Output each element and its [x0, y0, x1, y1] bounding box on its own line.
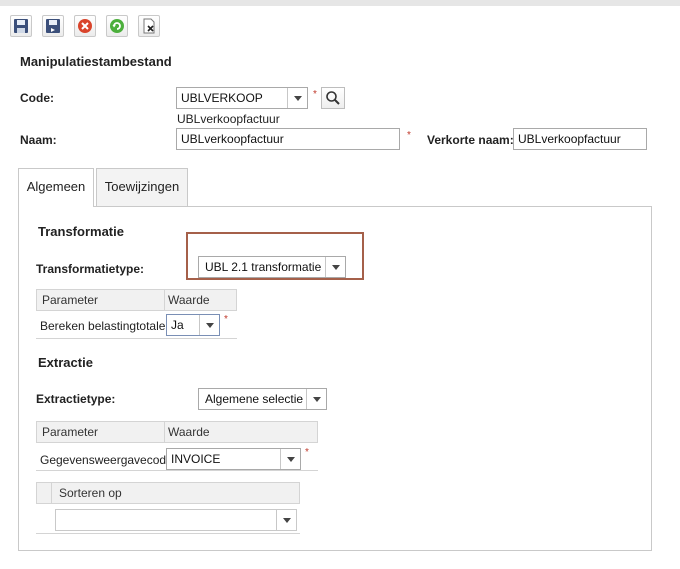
grid-col-divider	[51, 483, 52, 503]
grid-col-divider	[164, 422, 165, 442]
grid-col-parameter: Parameter	[42, 293, 99, 307]
chevron-down-icon[interactable]	[306, 389, 326, 409]
transformatie-grid-header: Parameter Waarde	[36, 289, 237, 311]
transformatietype-select[interactable]: UBL 2.1 transformatie	[198, 256, 346, 278]
transformatietype-value: UBL 2.1 transformatie	[205, 260, 322, 274]
chevron-down-icon[interactable]	[199, 315, 219, 335]
sort-field-select[interactable]	[55, 509, 297, 531]
tab-algemeen[interactable]: Algemeen	[18, 168, 94, 207]
short-name-label: Verkorte naam:	[427, 133, 514, 147]
bereken-belastingtotalen-select[interactable]: Ja	[166, 314, 220, 336]
save-button[interactable]	[10, 15, 32, 37]
sort-grid-header: Sorteren op	[36, 482, 300, 504]
gegevensweergavecode-value: INVOICE	[171, 452, 221, 466]
grid-row-separator	[36, 470, 318, 471]
save-and-close-button[interactable]	[42, 15, 64, 37]
code-required-mark: *	[313, 89, 317, 100]
delete-document-button[interactable]	[138, 15, 160, 37]
floppy-disk-arrow-icon	[46, 19, 60, 33]
naam-label: Naam:	[20, 133, 57, 147]
gegevensweergavecode-select[interactable]: INVOICE	[166, 448, 301, 470]
row-required-mark: *	[305, 447, 309, 458]
cancel-button[interactable]	[74, 15, 96, 37]
chevron-down-icon[interactable]	[280, 449, 300, 469]
floppy-disk-icon	[14, 19, 28, 33]
grid-col-waarde: Waarde	[168, 293, 210, 307]
naam-input[interactable]: UBLverkoopfactuur	[176, 128, 400, 150]
transformatie-heading: Transformatie	[38, 224, 124, 239]
code-search-button[interactable]	[321, 87, 345, 109]
grid-row-separator	[36, 338, 237, 339]
document-delete-icon	[143, 18, 155, 34]
grid-row-parameter: Gegevensweergavecode	[40, 453, 173, 467]
extractie-heading: Extractie	[38, 355, 93, 370]
code-combobox[interactable]: UBLVERKOOP	[176, 87, 308, 109]
red-cancel-icon	[78, 19, 92, 33]
code-value: UBLVERKOOP	[181, 91, 263, 105]
naam-required-mark: *	[407, 130, 411, 141]
transformatietype-label: Transformatietype:	[36, 262, 145, 276]
extractietype-select[interactable]: Algemene selectie	[198, 388, 327, 410]
chevron-down-icon[interactable]	[276, 510, 296, 530]
chevron-down-icon[interactable]	[325, 257, 345, 277]
grid-row-parameter: Bereken belastingtotalen	[40, 319, 173, 333]
grid-col-parameter: Parameter	[42, 425, 99, 439]
chevron-down-icon[interactable]	[287, 88, 307, 108]
bereken-belastingtotalen-value: Ja	[171, 318, 184, 332]
search-icon	[326, 91, 340, 105]
code-description: UBLverkoopfactuur	[177, 112, 280, 126]
extractietype-label: Extractietype:	[36, 392, 116, 406]
page-title: Manipulatiestambestand	[20, 54, 172, 69]
grid-row-separator	[36, 533, 300, 534]
sort-header-label: Sorteren op	[59, 486, 122, 500]
extractie-grid-header: Parameter Waarde	[36, 421, 318, 443]
grid-col-waarde: Waarde	[168, 425, 210, 439]
tab-toewijzingen[interactable]: Toewijzingen	[96, 168, 188, 206]
green-refresh-icon	[110, 19, 124, 33]
top-bar	[0, 0, 680, 6]
short-name-input[interactable]: UBLverkoopfactuur	[513, 128, 647, 150]
row-required-mark: *	[224, 314, 228, 325]
extractietype-value: Algemene selectie	[205, 392, 304, 406]
code-label: Code:	[20, 91, 54, 105]
grid-col-divider	[164, 290, 165, 310]
refresh-button[interactable]	[106, 15, 128, 37]
